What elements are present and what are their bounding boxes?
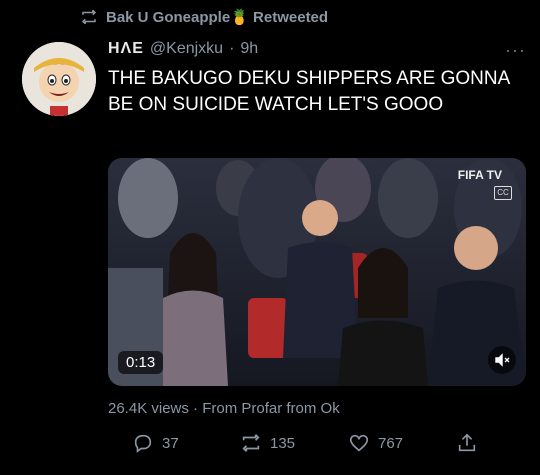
tweet-time[interactable]: 9h — [240, 40, 258, 58]
reply-button[interactable]: 37 — [132, 432, 240, 454]
separator-dot: · — [229, 40, 235, 57]
avatar-image — [22, 42, 96, 116]
avatar[interactable] — [22, 42, 96, 116]
heart-icon — [349, 434, 369, 452]
retweet-button[interactable]: 135 — [240, 432, 348, 454]
tweet-text: THE BAKUGO DEKU SHIPPERS ARE GONNA BE ON… — [108, 68, 510, 115]
video-frame — [108, 158, 526, 386]
retweeter-label[interactable]: Bak U Goneapple🍍 Retweeted — [106, 8, 328, 26]
retweet-indicator: Bak U Goneapple🍍 Retweeted — [80, 8, 328, 26]
muted-speaker-icon — [495, 353, 510, 367]
mute-button[interactable] — [488, 346, 516, 374]
retweet-icon — [81, 9, 97, 25]
video-timestamp: 0:13 — [118, 351, 164, 374]
more-options-icon[interactable]: ··· — [505, 40, 526, 61]
author-handle[interactable]: @Kenjxku — [150, 40, 223, 58]
like-count: 767 — [378, 434, 404, 452]
retweet-icon — [242, 434, 260, 452]
views-attribution: 26.4K views · From Profar from Ok — [108, 400, 340, 417]
fifa-tv-watermark: FIFA TV — [457, 168, 502, 182]
reply-icon — [134, 434, 152, 453]
share-button[interactable] — [456, 432, 540, 454]
video-player[interactable]: FIFA TV CC 0:13 — [108, 158, 526, 386]
author-name[interactable]: HΛE — [108, 40, 144, 58]
like-button[interactable]: 767 — [348, 432, 456, 454]
reply-count: 37 — [162, 434, 179, 452]
tweet-header: HΛE @Kenjxku · 9h — [108, 40, 258, 58]
retweet-count: 135 — [270, 434, 296, 452]
action-bar: 37 135 767 — [132, 432, 540, 454]
share-icon — [458, 433, 476, 452]
closed-captions-icon[interactable]: CC — [494, 186, 512, 200]
